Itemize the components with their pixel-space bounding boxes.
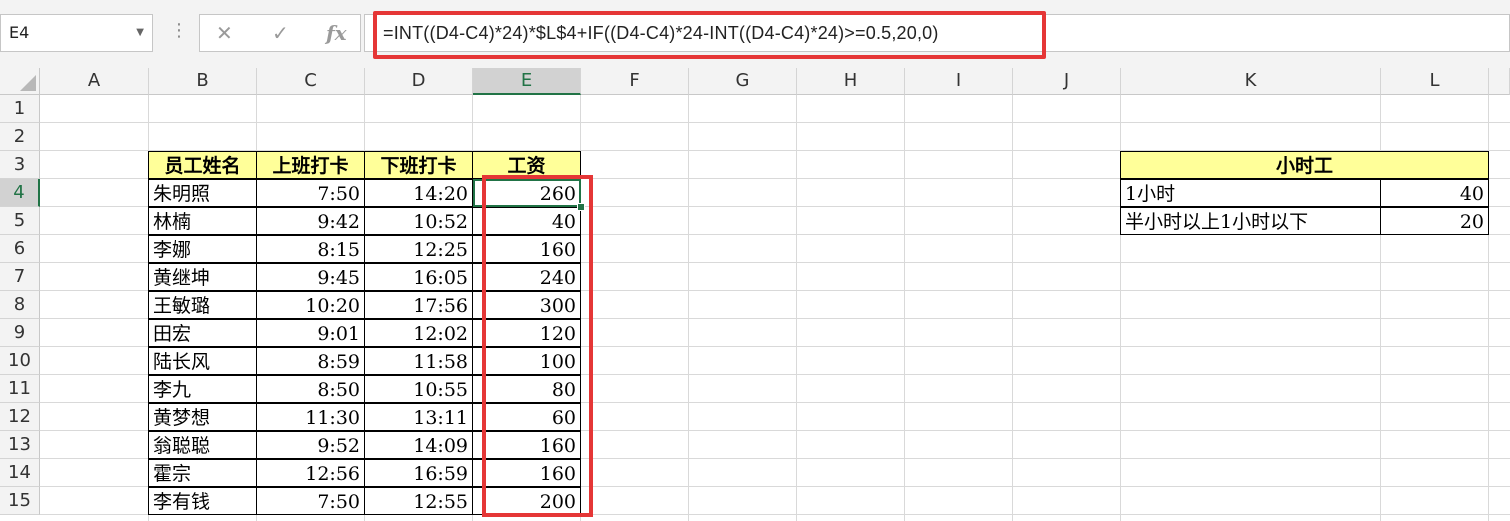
cell-clock-in[interactable]: 8:15 — [256, 235, 365, 263]
more-options-icon[interactable]: ⋮ — [170, 20, 188, 41]
cell-name[interactable]: 陆长风 — [148, 347, 257, 375]
header-employee-name[interactable]: 员工姓名 — [148, 151, 257, 179]
column-header-f[interactable]: F — [581, 68, 689, 95]
cell-clock-out[interactable]: 16:59 — [364, 459, 473, 487]
row-header-5[interactable]: 5 — [0, 207, 40, 235]
cell-clock-out[interactable]: 16:05 — [364, 263, 473, 291]
row-header-14[interactable]: 14 — [0, 459, 40, 487]
fx-icon[interactable]: fx — [326, 21, 347, 45]
gridline — [904, 95, 905, 521]
row-header-9[interactable]: 9 — [0, 319, 40, 347]
cell-clock-in[interactable]: 8:59 — [256, 347, 365, 375]
cell-name[interactable]: 翁聪聪 — [148, 431, 257, 459]
cell-name[interactable]: 黄继坤 — [148, 263, 257, 291]
row-header-4[interactable]: 4 — [0, 179, 40, 207]
row-header-6[interactable]: 6 — [0, 235, 40, 263]
row-header-10[interactable]: 10 — [0, 347, 40, 375]
cell-clock-in[interactable]: 9:45 — [256, 263, 365, 291]
name-box[interactable]: E4 ▼ — [0, 14, 153, 52]
gridline — [796, 95, 797, 521]
cell-clock-out[interactable]: 11:58 — [364, 347, 473, 375]
select-all-button[interactable] — [0, 68, 40, 95]
cell-clock-in[interactable]: 10:20 — [256, 291, 365, 319]
cell-name[interactable]: 林楠 — [148, 207, 257, 235]
rate-label[interactable]: 1小时 — [1120, 179, 1381, 207]
cell-clock-out[interactable]: 12:02 — [364, 319, 473, 347]
column-header-b[interactable]: B — [149, 68, 257, 95]
header-clock-in[interactable]: 上班打卡 — [256, 151, 365, 179]
row-header-13[interactable]: 13 — [0, 431, 40, 459]
chevron-down-icon[interactable]: ▼ — [136, 15, 144, 51]
cell-clock-in[interactable]: 7:50 — [256, 487, 365, 515]
cell-name[interactable]: 李九 — [148, 375, 257, 403]
formula-buttons: ✕ ✓ fx — [199, 14, 361, 52]
wage-column-highlight — [482, 175, 593, 517]
row-header-11[interactable]: 11 — [0, 375, 40, 403]
cell-clock-out[interactable]: 10:55 — [364, 375, 473, 403]
cell-name[interactable]: 李有钱 — [148, 487, 257, 515]
rate-table-title[interactable]: 小时工 — [1120, 151, 1489, 179]
cell-name[interactable]: 王敏璐 — [148, 291, 257, 319]
cell-clock-in[interactable]: 8:50 — [256, 375, 365, 403]
column-header-c[interactable]: C — [257, 68, 365, 95]
column-header-k[interactable]: K — [1121, 68, 1381, 95]
row-header-3[interactable]: 3 — [0, 151, 40, 179]
cell-name[interactable]: 李娜 — [148, 235, 257, 263]
row-header-12[interactable]: 12 — [0, 403, 40, 431]
cell-name[interactable]: 霍宗 — [148, 459, 257, 487]
column-header-l[interactable]: L — [1381, 68, 1489, 95]
cell-clock-in[interactable]: 9:42 — [256, 207, 365, 235]
column-header-g[interactable]: G — [689, 68, 797, 95]
column-header-a[interactable]: A — [40, 68, 149, 95]
name-box-value: E4 — [9, 23, 30, 42]
cell-clock-in[interactable]: 9:52 — [256, 431, 365, 459]
cell-clock-out[interactable]: 13:11 — [364, 403, 473, 431]
formula-highlight — [373, 11, 1046, 59]
header-clock-out[interactable]: 下班打卡 — [364, 151, 473, 179]
column-header-e[interactable]: E — [473, 68, 581, 95]
row-header-2[interactable]: 2 — [0, 123, 40, 151]
rate-value[interactable]: 20 — [1380, 207, 1489, 235]
rate-label[interactable]: 半小时以上1小时以下 — [1120, 207, 1381, 235]
cell-clock-in[interactable]: 9:01 — [256, 319, 365, 347]
cell-name[interactable]: 朱明照 — [148, 179, 257, 207]
column-header-m[interactable] — [1489, 68, 1510, 95]
column-header-h[interactable]: H — [797, 68, 905, 95]
cell-clock-out[interactable]: 14:20 — [364, 179, 473, 207]
gridline — [1012, 95, 1013, 521]
column-header-j[interactable]: J — [1013, 68, 1121, 95]
cell-clock-in[interactable]: 7:50 — [256, 179, 365, 207]
rate-value[interactable]: 40 — [1380, 179, 1489, 207]
gridline — [688, 95, 689, 521]
cell-clock-out[interactable]: 14:09 — [364, 431, 473, 459]
cell-clock-out[interactable]: 12:25 — [364, 235, 473, 263]
cell-name[interactable]: 田宏 — [148, 319, 257, 347]
column-header-d[interactable]: D — [365, 68, 473, 95]
row-header-1[interactable]: 1 — [0, 95, 40, 123]
row-header-7[interactable]: 7 — [0, 263, 40, 291]
column-header-i[interactable]: I — [905, 68, 1013, 95]
cell-clock-out[interactable]: 17:56 — [364, 291, 473, 319]
enter-icon[interactable]: ✓ — [272, 21, 289, 45]
cell-clock-in[interactable]: 11:30 — [256, 403, 365, 431]
cell-clock-out[interactable]: 10:52 — [364, 207, 473, 235]
cell-name[interactable]: 黄梦想 — [148, 403, 257, 431]
cell-clock-out[interactable]: 12:55 — [364, 487, 473, 515]
row-header-15[interactable]: 15 — [0, 487, 40, 515]
cancel-icon[interactable]: ✕ — [216, 21, 233, 45]
cell-clock-in[interactable]: 12:56 — [256, 459, 365, 487]
row-header-8[interactable]: 8 — [0, 291, 40, 319]
